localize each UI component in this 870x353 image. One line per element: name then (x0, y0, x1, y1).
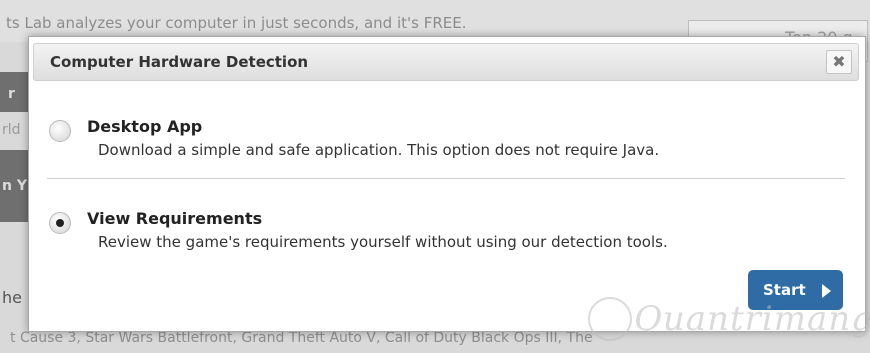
background-tagline: ts Lab analyzes your computer in just se… (6, 14, 467, 32)
background-left-fragment: rld (2, 122, 21, 138)
option-title: Desktop App (87, 117, 203, 136)
option-view-requirements[interactable]: View Requirements Review the game's requ… (47, 207, 847, 263)
background-games-list: t Cause 3, Star Wars Battlefront, Grand … (10, 330, 593, 346)
close-icon: ✖ (832, 52, 846, 71)
dialog-title: Computer Hardware Detection (50, 53, 309, 71)
watermark-text: Quantrimang (634, 299, 870, 339)
option-title: View Requirements (87, 209, 263, 228)
background-left-fragment: r (8, 86, 15, 102)
watermark-logo: Quantrimang (588, 295, 870, 345)
desktop-app-radio[interactable] (49, 120, 71, 142)
option-description: Review the game's requirements yourself … (98, 233, 668, 251)
options-divider (47, 178, 845, 179)
option-description: Download a simple and safe application. … (98, 141, 660, 159)
watermark-circle-icon (588, 297, 632, 341)
background-left-fragment: he (2, 288, 22, 307)
background-left-fragment: n Y (2, 178, 27, 194)
background-left-block: n Y (0, 150, 30, 222)
option-desktop-app[interactable]: Desktop App Download a simple and safe a… (47, 115, 847, 171)
dialog-titlebar: Computer Hardware Detection ✖ (33, 43, 859, 81)
hardware-detection-dialog: Computer Hardware Detection ✖ Desktop Ap… (28, 36, 866, 332)
view-requirements-radio[interactable] (49, 212, 71, 234)
close-button[interactable]: ✖ (826, 50, 852, 74)
background-left-block: r (0, 72, 30, 112)
